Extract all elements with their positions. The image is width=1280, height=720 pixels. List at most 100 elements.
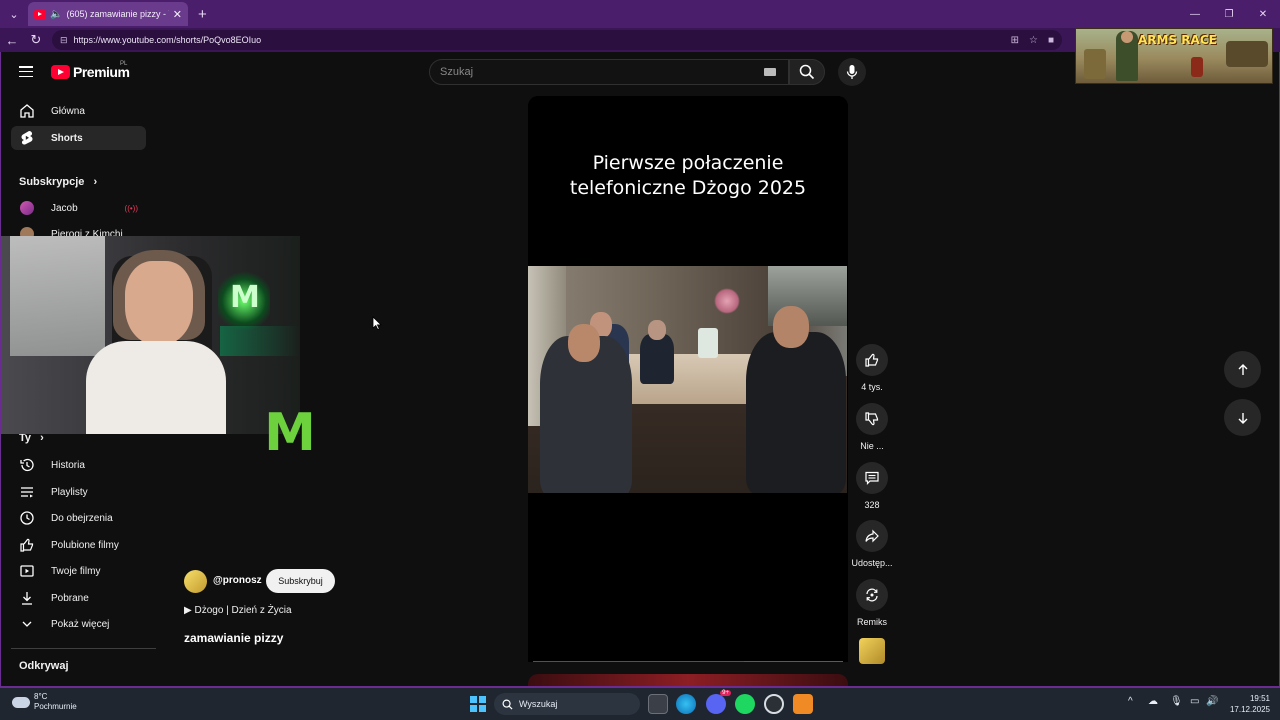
voice-search-button[interactable]: [838, 58, 866, 86]
sidebar-item-playlists[interactable]: Playlisty: [11, 480, 146, 504]
thumbs-down-icon: [865, 412, 879, 426]
url-text: https://www.youtube.com/shorts/PoQvo8EOI…: [73, 35, 262, 45]
search-input[interactable]: Szukaj: [429, 59, 789, 85]
close-tab-icon[interactable]: ✕: [173, 8, 182, 21]
extension-icon[interactable]: ■: [1048, 35, 1054, 46]
weather-widget[interactable]: 8°C Pochmurnie: [12, 692, 77, 712]
url-field[interactable]: ⊟ https://www.youtube.com/shorts/PoQvo8E…: [52, 30, 1062, 50]
sidebar-item-downloads[interactable]: Pobrane: [11, 586, 146, 610]
search-button[interactable]: [789, 59, 825, 85]
restore-icon[interactable]: ❐: [1212, 0, 1246, 28]
sidebar-item-shorts[interactable]: Shorts: [11, 126, 146, 150]
speaker-icon[interactable]: 🔈: [50, 9, 62, 20]
next-short-preview[interactable]: [528, 674, 848, 688]
search-placeholder: Szukaj: [440, 66, 474, 78]
remix-button[interactable]: Remiks: [848, 579, 896, 627]
menu-icon[interactable]: [19, 66, 33, 77]
close-window-icon[interactable]: ✕: [1246, 0, 1280, 28]
like-button[interactable]: 4 tys.: [848, 344, 896, 392]
sidebar-item-label: Do obejrzenia: [51, 512, 113, 524]
comments-button[interactable]: 328: [848, 462, 896, 510]
shorts-icon: [19, 130, 35, 146]
dislike-button[interactable]: Nie ...: [848, 403, 896, 451]
home-icon: [19, 103, 35, 119]
share-button[interactable]: Udostęp...: [848, 520, 896, 568]
subscribe-button[interactable]: Subskrybuj: [266, 569, 335, 593]
sidebar-item-label: Pobrane: [51, 592, 89, 604]
display-icon[interactable]: ▭: [1190, 696, 1199, 707]
keyboard-icon[interactable]: [764, 68, 776, 76]
previous-short-button[interactable]: [1224, 351, 1261, 388]
explore-heading: Odkrywaj: [19, 660, 69, 672]
sidebar-item-subscription[interactable]: Jacob ((•)): [11, 196, 146, 220]
sidebar-item-home[interactable]: Główna: [11, 99, 146, 123]
video-frame-image: [528, 266, 847, 493]
sidebar-item-watch-later[interactable]: Do obejrzenia: [11, 506, 146, 530]
favorite-star-icon[interactable]: ☆: [1029, 35, 1038, 46]
comment-count: 328: [864, 500, 880, 510]
video-title: zamawianie pizzy: [184, 631, 284, 645]
app-icon[interactable]: [793, 694, 813, 714]
sidebar-item-label: Twoje filmy: [51, 565, 101, 577]
mouse-cursor-icon: [372, 316, 382, 330]
new-tab-icon[interactable]: +: [198, 6, 207, 23]
back-icon[interactable]: ←: [0, 28, 24, 52]
onedrive-cloud-icon[interactable]: ☁: [1148, 696, 1158, 707]
browser-tab-youtube[interactable]: 🔈 (605) zamawianie pizzy - YouTube ✕: [28, 2, 188, 26]
discord-icon[interactable]: 9+: [706, 690, 731, 714]
sidebar-item-liked-videos[interactable]: Polubione filmy: [11, 533, 146, 557]
youtube-premium-logo[interactable]: Premium PL: [51, 61, 130, 80]
system-clock[interactable]: 19:51 17.12.2025: [1228, 693, 1270, 715]
subscriptions-heading[interactable]: Subskrypcje ›: [19, 176, 97, 188]
shorts-video-player[interactable]: Pierwsze połaczenie telefoniczne Dżogo 2…: [528, 96, 848, 662]
search-icon: [502, 699, 513, 710]
share-icon: [865, 529, 879, 543]
sound-thumbnail[interactable]: [859, 638, 885, 664]
tab-list-chevron-icon[interactable]: ⌄: [4, 4, 24, 24]
region-code: PL: [120, 61, 128, 67]
microphone-icon: [846, 65, 858, 79]
clock-time: 19:51: [1249, 694, 1270, 703]
video-progress-bar[interactable]: [533, 661, 843, 662]
youtube-logo-icon: [51, 65, 70, 79]
history-icon: [19, 457, 35, 473]
your-videos-icon: [19, 563, 35, 579]
search-icon: [799, 64, 815, 80]
sidebar-item-show-more[interactable]: Pokaż więcej: [11, 612, 146, 636]
windows-taskbar: 8°C Pochmurnie Wyszukaj 9+ ^ ☁ 🎙 ▭ 🔊 19:…: [0, 688, 1280, 720]
playlist-link[interactable]: ▶ Dżogo | Dzień z Życia: [184, 605, 292, 616]
chevron-right-icon: ›: [93, 176, 98, 188]
arrow-down-icon: [1238, 412, 1247, 424]
ad-soldier: [1116, 31, 1138, 81]
sidebar-item-label: Pokaż więcej: [51, 618, 110, 630]
taskbar-search[interactable]: Wyszukaj: [494, 693, 640, 715]
webcam-person-body: [86, 341, 226, 434]
windows-start-icon[interactable]: [470, 696, 486, 712]
minimize-icon[interactable]: —: [1178, 0, 1212, 28]
channel-avatar[interactable]: [184, 570, 207, 593]
spotify-icon[interactable]: [735, 694, 755, 714]
microphone-tray-icon[interactable]: 🎙: [1170, 696, 1183, 707]
sidebar-item-your-videos[interactable]: Twoje filmy: [11, 559, 146, 583]
sidebar-item-label: Polubione filmy: [51, 539, 119, 551]
weather-condition: Pochmurnie: [34, 702, 77, 711]
channel-avatar: [19, 200, 35, 216]
live-indicator-icon: ((•)): [124, 203, 138, 213]
address-bar-actions: ⊞ ☆ ■: [1011, 35, 1062, 46]
task-view-icon[interactable]: [648, 694, 668, 714]
edge-browser-icon[interactable]: [676, 694, 696, 714]
next-short-button[interactable]: [1224, 399, 1261, 436]
apps-icon[interactable]: ⊞: [1011, 35, 1019, 46]
steam-icon[interactable]: [764, 694, 784, 714]
volume-icon[interactable]: 🔊: [1206, 696, 1218, 707]
sidebar-item-history[interactable]: Historia: [11, 453, 146, 477]
site-info-icon[interactable]: ⊟: [60, 35, 68, 46]
arms-race-ad[interactable]: ARMS RACE: [1075, 28, 1273, 84]
streamer-webcam: M: [0, 236, 300, 434]
reload-icon[interactable]: ↻: [24, 28, 48, 52]
playlists-icon: [19, 484, 35, 500]
tray-chevron-icon[interactable]: ^: [1128, 696, 1133, 707]
channel-handle[interactable]: @pronosz: [213, 575, 262, 586]
download-icon: [19, 590, 35, 606]
remix-label: Remiks: [856, 617, 887, 627]
